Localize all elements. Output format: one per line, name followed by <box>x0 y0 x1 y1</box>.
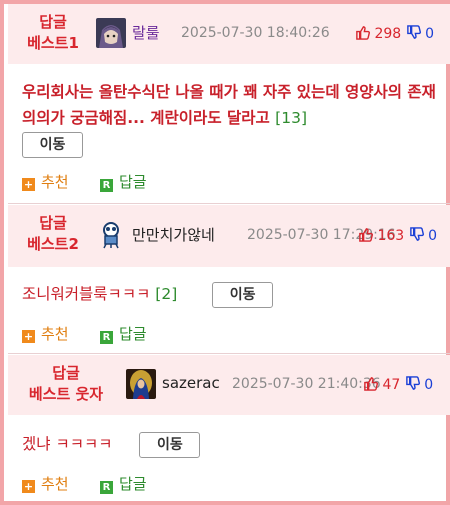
avatar[interactable] <box>96 219 126 249</box>
comment-text: 겠냐 ㅋㅋㅋㅋ <box>22 435 113 453</box>
upvote-button[interactable]: 163 <box>358 228 409 244</box>
recommend-button[interactable]: + 추천 <box>22 323 69 344</box>
plus-square-icon: + <box>22 330 35 343</box>
comment-header: 답글 베스트1 랄룰 2025-07-30 18:40:26 298 0 <box>8 4 450 64</box>
recommend-button[interactable]: + 추천 <box>22 171 69 192</box>
best-badge-line1: 답글 <box>39 13 67 31</box>
avatar[interactable] <box>96 18 126 48</box>
comment-content: 우리회사는 올탄수식단 나올 때가 꽤 자주 있는데 영양사의 존재의의가 궁금… <box>22 79 444 158</box>
upvote-count: 47 <box>382 377 401 393</box>
timestamp: 2025-07-30 21:40:36 <box>232 376 381 392</box>
comment-header: 답글 베스트 웃자 sazerac 2025-07-30 21:40:36 47 <box>8 355 450 415</box>
downvote-count: 0 <box>428 228 438 244</box>
recommend-label: 추천 <box>41 173 69 191</box>
comment-divider <box>8 203 450 204</box>
move-button[interactable]: 이동 <box>212 281 274 308</box>
comment-divider <box>8 353 450 354</box>
comment-item: 답글 베스트1 랄룰 2025-07-30 18:40:26 298 0 우리회… <box>8 4 450 203</box>
move-button[interactable]: 이동 <box>139 431 201 458</box>
best-badge-line1: 답글 <box>52 364 80 382</box>
upvote-count: 298 <box>374 26 402 42</box>
comment-text: 우리회사는 올탄수식단 나올 때가 꽤 자주 있는데 영양사의 존재의의가 궁금… <box>22 83 436 127</box>
downvote-count: 0 <box>425 26 435 42</box>
upvote-count: 163 <box>377 228 405 244</box>
vote-counts: 47 0 <box>363 376 433 393</box>
thumbs-down-icon <box>406 25 421 42</box>
best-badge: 답글 베스트 웃자 <box>16 363 116 405</box>
username[interactable]: sazerac <box>162 374 220 392</box>
comment-item: 답글 베스트2 만만치가않네 2025-07-30 17:29:16 163 0… <box>8 205 450 353</box>
reply-label: 답글 <box>119 475 147 493</box>
upvote-button[interactable]: 47 <box>363 377 405 393</box>
comment-content: 조니워커블룩ㅋㅋㅋ [2] 이동 <box>22 281 444 308</box>
downvote-button[interactable]: 0 <box>409 227 438 244</box>
best-badge-line1: 답글 <box>39 214 67 232</box>
downvote-button[interactable]: 0 <box>406 25 435 42</box>
best-badge: 답글 베스트2 <box>20 213 86 255</box>
thumbs-down-icon <box>405 376 420 393</box>
comment-content: 겠냐 ㅋㅋㅋㅋ 이동 <box>22 431 444 458</box>
downvote-button[interactable]: 0 <box>405 376 434 393</box>
reply-count: [2] <box>155 285 178 303</box>
best-badge-line2: 베스트1 <box>27 34 79 52</box>
thumbs-up-icon <box>358 228 373 244</box>
username[interactable]: 만만치가않네 <box>132 224 215 245</box>
best-badge-line2: 베스트 웃자 <box>28 385 104 403</box>
upvote-button[interactable]: 298 <box>355 26 406 42</box>
reply-button[interactable]: R 답글 <box>100 171 147 192</box>
move-button[interactable]: 이동 <box>22 132 83 158</box>
avatar[interactable] <box>126 369 156 399</box>
best-comments-panel: 답글 베스트1 랄룰 2025-07-30 18:40:26 298 0 우리회… <box>0 0 450 505</box>
vote-counts: 298 0 <box>355 25 434 42</box>
thumbs-up-icon <box>355 26 370 42</box>
recommend-button[interactable]: + 추천 <box>22 473 69 494</box>
comment-text: 조니워커블룩ㅋㅋㅋ <box>22 285 151 303</box>
r-square-icon: R <box>100 481 113 494</box>
reply-count: [13] <box>275 109 307 127</box>
best-badge: 답글 베스트1 <box>20 12 86 54</box>
username[interactable]: 랄룰 <box>132 22 160 43</box>
reply-label: 답글 <box>119 325 147 343</box>
vote-counts: 163 0 <box>358 227 437 244</box>
comment-header: 답글 베스트2 만만치가않네 2025-07-30 17:29:16 163 0 <box>8 205 450 267</box>
best-badge-line2: 베스트2 <box>27 235 79 253</box>
reply-label: 답글 <box>119 173 147 191</box>
plus-square-icon: + <box>22 178 35 191</box>
comment-item: 답글 베스트 웃자 sazerac 2025-07-30 21:40:36 47 <box>8 355 450 505</box>
r-square-icon: R <box>100 179 113 192</box>
recommend-label: 추천 <box>41 475 69 493</box>
thumbs-up-icon <box>363 377 378 393</box>
timestamp: 2025-07-30 18:40:26 <box>181 25 330 41</box>
r-square-icon: R <box>100 331 113 344</box>
downvote-count: 0 <box>424 377 434 393</box>
plus-square-icon: + <box>22 480 35 493</box>
reply-button[interactable]: R 답글 <box>100 323 147 344</box>
recommend-label: 추천 <box>41 325 69 343</box>
thumbs-down-icon <box>409 227 424 244</box>
reply-button[interactable]: R 답글 <box>100 473 147 494</box>
